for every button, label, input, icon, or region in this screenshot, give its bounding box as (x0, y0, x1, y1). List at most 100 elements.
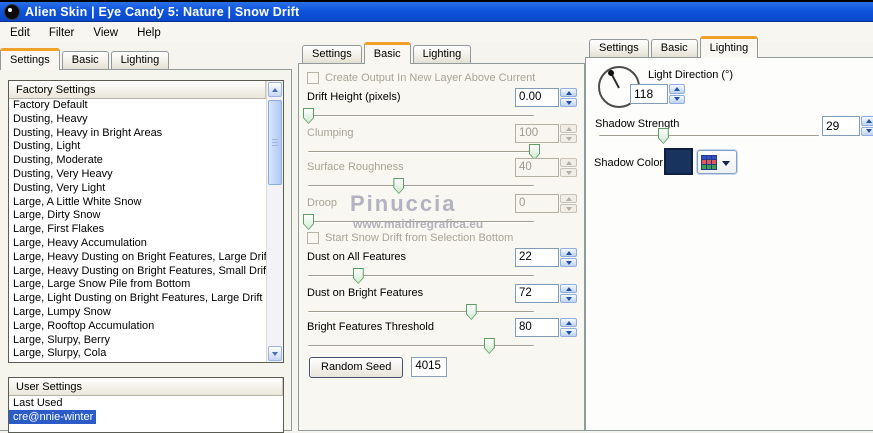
factory-setting-item[interactable]: Large, First Flakes (9, 223, 266, 237)
factory-setting-item[interactable]: Dusting, Very Heavy (9, 168, 266, 182)
spin-down-button[interactable] (560, 258, 577, 267)
factory-setting-item[interactable]: Dusting, Moderate (9, 154, 266, 168)
droop-spingroup: 0 (515, 194, 577, 213)
slider-thumb[interactable] (303, 108, 314, 124)
start-bottom-checkbox[interactable] (307, 232, 319, 244)
drift-height-spinner (560, 88, 577, 107)
user-setting-item[interactable]: cre@nnie-winter (9, 410, 97, 424)
slider-thumb[interactable] (657, 128, 669, 144)
user-settings-box: User Settings Last Used cre@nnie-winter (8, 377, 284, 433)
spin-up-icon (866, 118, 872, 123)
factory-setting-item[interactable]: Dusting, Heavy in Bright Areas (9, 127, 266, 141)
factory-setting-item[interactable]: Large, Slurpy, Berry (9, 334, 266, 348)
menu-item[interactable]: Help (131, 25, 167, 41)
spin-down-button (560, 204, 577, 213)
user-setting-item[interactable]: Last Used (9, 396, 66, 410)
droop-control: Droop 0 (303, 194, 577, 232)
dust-all-spingroup: 22 (515, 248, 577, 267)
factory-setting-item[interactable]: Large, Light Dusting on Bright Features,… (9, 292, 266, 306)
right-tab-settings[interactable]: Settings (589, 39, 649, 57)
factory-settings-list: Factory Default Dusting, Heavy Dusting, He… (9, 99, 266, 362)
shadow-strength-slider[interactable] (599, 128, 819, 145)
menu-item[interactable]: View (87, 25, 124, 41)
menu-item[interactable]: Edit (4, 25, 36, 41)
spin-up-button[interactable] (560, 284, 577, 293)
factory-setting-item[interactable]: Large, Heavy Dusting on Bright Features,… (9, 251, 266, 265)
spin-down-button (560, 168, 577, 177)
factory-setting-item[interactable]: Dusting, Heavy (9, 113, 266, 127)
menu-item[interactable]: Filter (43, 25, 81, 41)
surface-roughness-value: 40 (515, 158, 559, 177)
arrow-up-icon (272, 87, 278, 92)
dust-all-value[interactable]: 22 (515, 248, 559, 267)
factory-setting-item[interactable]: Large, Rooftop Accumulation (9, 320, 266, 334)
factory-setting-item[interactable]: Large, Dirty Snow (9, 209, 266, 223)
spin-down-button[interactable] (560, 328, 577, 337)
factory-settings-header: Factory Settings (9, 81, 266, 99)
spin-up-icon (565, 320, 572, 325)
left-tab-lighting[interactable]: Lighting (110, 51, 170, 69)
slider-thumb[interactable] (465, 304, 477, 320)
middle-tab-lighting[interactable]: Lighting (412, 45, 472, 63)
scroll-down-button[interactable] (268, 346, 282, 361)
color-grid-icon (701, 154, 717, 170)
spin-down-button[interactable] (560, 294, 577, 303)
light-direction-value[interactable]: 118 (630, 84, 668, 104)
left-tab-basic[interactable]: Basic (61, 51, 109, 69)
factory-setting-item[interactable]: Large, Large Snow Pile from Bottom (9, 278, 266, 292)
clumping-spinner (560, 124, 577, 143)
factory-setting-item[interactable]: Factory Default (9, 99, 266, 113)
slider-thumb[interactable] (483, 338, 495, 354)
user-settings-header: User Settings (9, 378, 283, 396)
shadow-color-swatch[interactable] (664, 148, 693, 175)
basic-pane: Create Output In New Layer Above Current… (298, 63, 585, 431)
spin-up-button[interactable] (560, 248, 577, 257)
factory-setting-item[interactable]: Dusting, Very Light (9, 182, 266, 196)
factory-setting-item[interactable]: Large, Heavy Accumulation (9, 237, 266, 251)
shadow-strength-value[interactable]: 29 (822, 116, 860, 136)
light-direction-spingroup: 118 (630, 84, 685, 104)
spin-down-button[interactable] (861, 126, 873, 136)
factory-setting-item[interactable]: Large, A Little White Snow (9, 196, 266, 210)
drift-height-slider[interactable] (303, 108, 534, 125)
spin-up-button[interactable] (861, 116, 873, 126)
right-tab-lighting[interactable]: Lighting (699, 36, 759, 58)
new-layer-checkbox-row: Create Output In New Layer Above Current (307, 72, 535, 84)
random-seed-button[interactable]: Random Seed (309, 356, 404, 378)
scrollbar-thumb[interactable] (268, 100, 282, 185)
spin-up-button[interactable] (669, 84, 685, 94)
spin-up-icon (565, 160, 572, 165)
dust-all-slider[interactable] (308, 268, 534, 285)
scroll-up-button[interactable] (268, 82, 282, 97)
threshold-value[interactable]: 80 (515, 318, 559, 337)
spin-down-icon (565, 136, 572, 141)
spin-up-button[interactable] (560, 88, 577, 97)
spin-up-icon (565, 196, 572, 201)
spin-down-button[interactable] (669, 94, 685, 104)
slider-track (308, 221, 534, 223)
factory-setting-item[interactable]: Large, Lumpy Snow (9, 306, 266, 320)
clumping-spingroup: 100 (515, 124, 577, 143)
random-seed-field[interactable]: 4015 (411, 357, 448, 377)
new-layer-checkbox[interactable] (307, 72, 319, 84)
drift-height-value[interactable]: 0.00 (515, 88, 559, 107)
spin-down-button[interactable] (560, 98, 577, 107)
spin-up-button[interactable] (560, 318, 577, 327)
dust-bright-slider[interactable] (308, 304, 534, 321)
factory-setting-item[interactable]: Large, Slurpy, Cola (9, 347, 266, 361)
middle-tab-basic[interactable]: Basic (363, 42, 411, 64)
window-title: Alien Skin | Eye Candy 5: Nature | Snow … (25, 4, 300, 19)
middle-tab-settings[interactable]: Settings (302, 45, 362, 63)
slider-thumb[interactable] (352, 268, 364, 284)
factory-setting-item[interactable]: Dusting, Light (9, 140, 266, 154)
dust-all-spinner (560, 248, 577, 267)
slider-track (308, 275, 534, 277)
threshold-slider[interactable] (308, 338, 534, 355)
dust-bright-value[interactable]: 72 (515, 284, 559, 303)
factory-list-scrollbar[interactable] (266, 81, 283, 362)
factory-setting-item[interactable]: Large, Heavy Dusting on Bright Features,… (9, 265, 266, 279)
right-tab-basic[interactable]: Basic (650, 39, 698, 57)
left-tab-settings[interactable]: Settings (0, 48, 60, 70)
shadow-color-dropdown[interactable] (697, 150, 737, 174)
surface-roughness-control: Surface Roughness 40 (307, 158, 577, 196)
